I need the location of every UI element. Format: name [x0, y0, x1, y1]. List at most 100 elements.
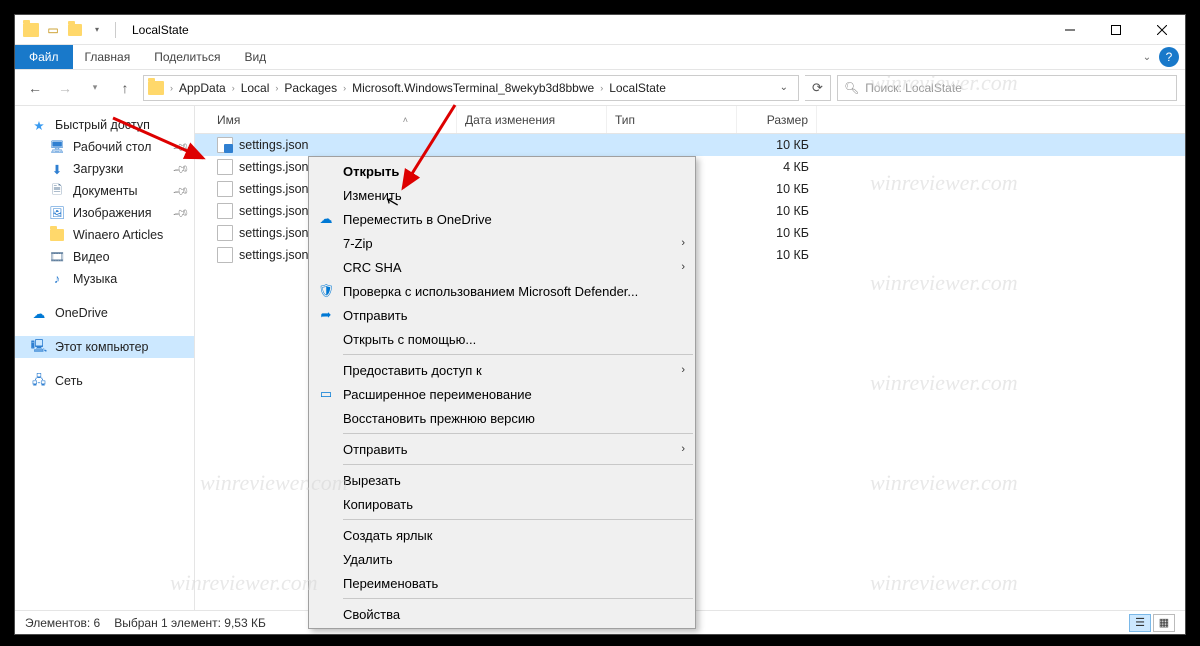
ctx-ext-rename[interactable]: ▭ Расширенное переименование: [309, 382, 695, 406]
ctx-restore-prev[interactable]: Восстановить прежнюю версию: [309, 406, 695, 430]
file-icon: [217, 203, 233, 219]
file-row[interactable]: settings.json 10 КБ: [195, 134, 1185, 156]
ribbon-file-tab[interactable]: Файл: [15, 45, 73, 69]
nav-folder-winaero[interactable]: Winaero Articles: [15, 224, 194, 246]
submenu-arrow-icon: ›: [681, 443, 685, 455]
file-size: 10 КБ: [737, 182, 817, 196]
breadcrumb-segment[interactable]: Packages: [280, 81, 341, 95]
nav-pictures[interactable]: 🖼 Изображения 📌︎: [15, 202, 194, 224]
ctx-edit[interactable]: Изменить: [309, 183, 695, 207]
share-icon: ➦: [317, 306, 335, 324]
address-bar[interactable]: › AppData › Local › Packages › Microsoft…: [143, 75, 799, 101]
pc-icon: 🖳: [31, 339, 47, 355]
ribbon-expand-icon[interactable]: ⌄: [1135, 45, 1159, 69]
nav-this-pc[interactable]: 🖳 Этот компьютер: [15, 336, 194, 358]
ctx-send[interactable]: ➦ Отправить: [309, 303, 695, 327]
nav-label: Изображения: [73, 206, 152, 220]
file-name: settings.json.2: [239, 160, 319, 174]
ctx-open-with[interactable]: Открыть с помощью...: [309, 327, 695, 351]
chevron-right-icon[interactable]: ›: [341, 83, 348, 93]
column-header-size[interactable]: Размер: [737, 106, 817, 133]
ctx-properties[interactable]: Свойства: [309, 602, 695, 626]
network-icon: 🖧: [31, 373, 47, 389]
ctx-defender[interactable]: 🛡 Проверка с использованием Microsoft De…: [309, 279, 695, 303]
back-button[interactable]: ←: [23, 76, 47, 100]
recent-dropdown-icon[interactable]: ▾: [83, 76, 107, 100]
nav-music[interactable]: ♪ Музыка: [15, 268, 194, 290]
ctx-copy[interactable]: Копировать: [309, 492, 695, 516]
ribbon-tab-view[interactable]: Вид: [232, 45, 278, 69]
column-header-name[interactable]: Имя ˄: [195, 106, 457, 133]
ctx-cut[interactable]: Вырезать: [309, 468, 695, 492]
breadcrumb-segment[interactable]: AppData: [175, 81, 230, 95]
ctx-shortcut[interactable]: Создать ярлык: [309, 523, 695, 547]
nav-quick-access[interactable]: ★ Быстрый доступ: [15, 114, 194, 136]
minimize-button[interactable]: [1047, 15, 1093, 45]
file-size: 10 КБ: [737, 138, 817, 152]
ribbon-tab-home[interactable]: Главная: [73, 45, 143, 69]
music-icon: ♪: [49, 271, 65, 287]
nav-label: Winaero Articles: [73, 228, 163, 242]
nav-desktop[interactable]: 🖥 Рабочий стол 📌︎: [15, 136, 194, 158]
file-name: settings.json.2: [239, 226, 319, 240]
ribbon-tab-share[interactable]: Поделиться: [142, 45, 232, 69]
chevron-right-icon[interactable]: ›: [168, 83, 175, 93]
separator: [343, 598, 693, 599]
file-name: settings.json.2: [239, 182, 319, 196]
title-bar: ▭ ▾ LocalState: [15, 15, 1185, 45]
breadcrumb-segment[interactable]: Microsoft.WindowsTerminal_8wekyb3d8bbwe: [348, 81, 598, 95]
nav-label: OneDrive: [55, 306, 108, 320]
chevron-right-icon[interactable]: ›: [230, 83, 237, 93]
breadcrumb-segment[interactable]: Local: [237, 81, 274, 95]
ctx-rename[interactable]: Переименовать: [309, 571, 695, 595]
help-button[interactable]: ?: [1159, 47, 1179, 67]
up-button[interactable]: ↑: [113, 76, 137, 100]
ctx-crcsha[interactable]: CRC SHA ›: [309, 255, 695, 279]
chevron-right-icon[interactable]: ›: [598, 83, 605, 93]
ctx-grant-access[interactable]: Предоставить доступ к ›: [309, 358, 695, 382]
file-icon: [217, 247, 233, 263]
maximize-button[interactable]: [1093, 15, 1139, 45]
separator: [343, 433, 693, 434]
forward-button[interactable]: →: [53, 76, 77, 100]
nav-videos[interactable]: 🎞 Видео: [15, 246, 194, 268]
window-title: LocalState: [132, 23, 189, 37]
context-menu: Открыть Изменить ☁ Переместить в OneDriv…: [308, 156, 696, 629]
file-icon: [217, 225, 233, 241]
new-folder-qat-icon[interactable]: [67, 22, 83, 38]
ctx-send-to[interactable]: Отправить ›: [309, 437, 695, 461]
breadcrumb-segment[interactable]: LocalState: [605, 81, 670, 95]
address-dropdown-icon[interactable]: ⌄: [774, 82, 794, 93]
nav-label: Быстрый доступ: [55, 118, 150, 132]
folder-icon: [23, 22, 39, 38]
videos-icon: 🎞: [49, 249, 65, 265]
sort-indicator-icon: ˄: [403, 115, 408, 125]
nav-label: Загрузки: [73, 162, 123, 176]
rename-icon: ▭: [317, 385, 335, 403]
chevron-right-icon[interactable]: ›: [273, 83, 280, 93]
search-input[interactable]: 🔍︎ Поиск: LocalState: [837, 75, 1177, 101]
file-icon: [217, 181, 233, 197]
ctx-onedrive[interactable]: ☁ Переместить в OneDrive: [309, 207, 695, 231]
shield-icon: 🛡: [317, 282, 335, 300]
properties-qat-icon[interactable]: ▭: [45, 22, 61, 38]
nav-network[interactable]: 🖧 Сеть: [15, 370, 194, 392]
ctx-delete[interactable]: Удалить: [309, 547, 695, 571]
refresh-button[interactable]: ⟳: [805, 75, 831, 101]
close-button[interactable]: [1139, 15, 1185, 45]
column-header-type[interactable]: Тип: [607, 106, 737, 133]
ctx-open[interactable]: Открыть: [309, 159, 695, 183]
pin-icon: 📌︎: [174, 141, 188, 154]
column-header-date[interactable]: Дата изменения: [457, 106, 607, 133]
ctx-7zip[interactable]: 7-Zip ›: [309, 231, 695, 255]
nav-downloads[interactable]: ⬇ Загрузки 📌︎: [15, 158, 194, 180]
nav-onedrive[interactable]: ☁ OneDrive: [15, 302, 194, 324]
separator: [343, 464, 693, 465]
view-details-button[interactable]: ☰: [1129, 614, 1151, 632]
nav-documents[interactable]: 🗎 Документы 📌︎: [15, 180, 194, 202]
separator: [343, 354, 693, 355]
navigation-pane: ★ Быстрый доступ 🖥 Рабочий стол 📌︎ ⬇ Заг…: [15, 106, 195, 610]
qat-dropdown-icon[interactable]: ▾: [89, 22, 105, 38]
view-large-icons-button[interactable]: ▦: [1153, 614, 1175, 632]
downloads-icon: ⬇: [49, 161, 65, 177]
